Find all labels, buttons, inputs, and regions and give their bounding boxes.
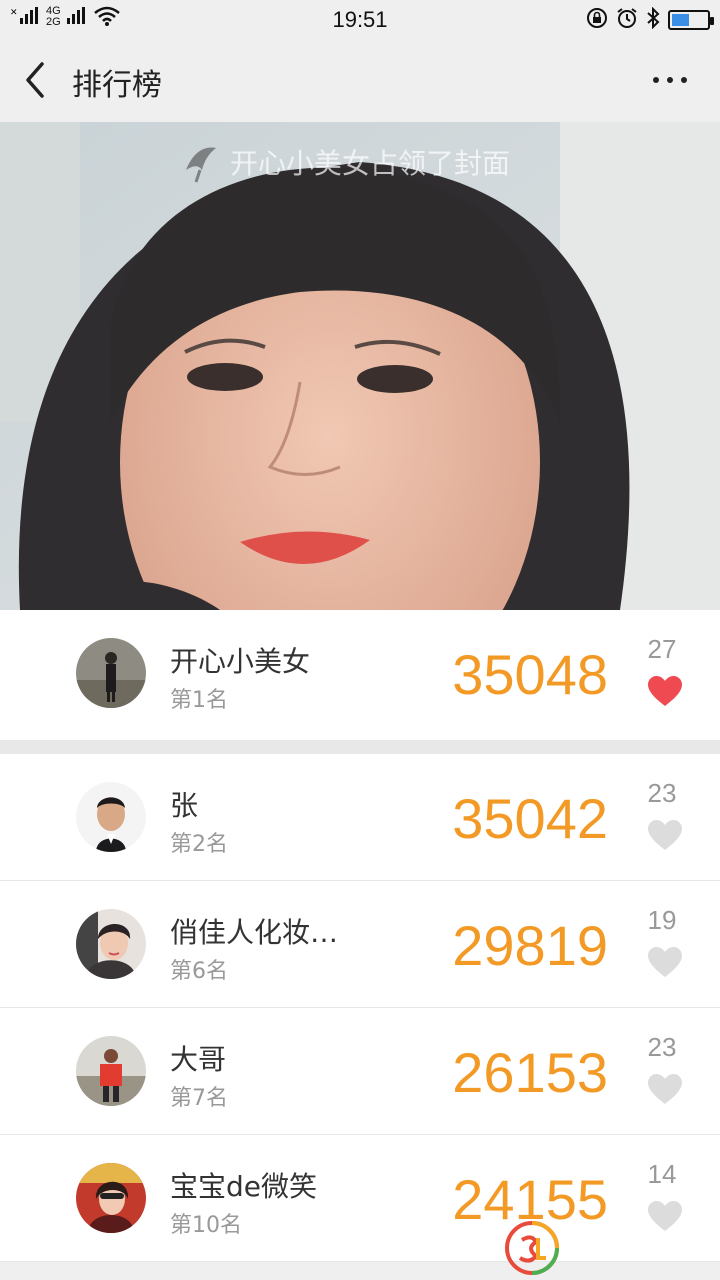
more-button[interactable]: [650, 68, 690, 92]
bluetooth-icon: [646, 6, 660, 33]
page-title: 排行榜: [72, 68, 162, 103]
bird-logo-icon: [186, 147, 216, 183]
heart-outline-icon: [648, 1074, 682, 1104]
status-right-icons: [586, 6, 714, 33]
user-name: 宝宝de微笑: [170, 1170, 318, 1203]
avatar-image: [76, 909, 146, 979]
cover-caption-text: 开心小美女占领了封面: [230, 147, 511, 180]
avatar-image: [76, 638, 146, 708]
heart-outline-icon: [648, 1201, 682, 1231]
avatar-image: [76, 1163, 146, 1233]
cover-caption: 开心小美女占领了封面: [180, 140, 510, 184]
back-button[interactable]: [20, 58, 60, 102]
leaderboard-row[interactable]: 张 第2名 35042 23: [0, 754, 720, 881]
cover-photo[interactable]: 开心小美女占领了封面: [0, 122, 720, 610]
user-score: 29819: [452, 914, 608, 977]
user-score: 35042: [452, 787, 608, 850]
user-rank: 第6名: [170, 959, 228, 984]
avatar[interactable]: [76, 782, 146, 852]
leaderboard-row[interactable]: 俏佳人化妆… 第6名 29819 19: [0, 881, 720, 1008]
like-button[interactable]: [648, 947, 682, 979]
avatar-image: [76, 782, 146, 852]
like-button[interactable]: [648, 1201, 682, 1233]
user-rank: 第7名: [170, 1086, 228, 1111]
watermark-logo-icon: [504, 1220, 560, 1276]
like-count: 14: [647, 1159, 677, 1189]
like-button[interactable]: [648, 676, 682, 708]
heart-outline-icon: [648, 820, 682, 850]
like-count: 23: [647, 778, 677, 808]
user-score: 35048: [452, 643, 608, 706]
avatar-image: [76, 1036, 146, 1106]
like-button[interactable]: [648, 820, 682, 852]
heart-filled-icon: [648, 676, 682, 706]
like-count: 19: [647, 905, 677, 935]
battery-icon: [668, 10, 714, 30]
heart-outline-icon: [648, 947, 682, 977]
more-dots-icon: [653, 77, 687, 83]
chevron-left-icon: [26, 62, 44, 98]
leaderboard-row[interactable]: 开心小美女 第1名 35048 27: [0, 610, 720, 740]
user-name: 俏佳人化妆…: [170, 916, 339, 949]
like-count: 23: [647, 1032, 677, 1062]
alarm-icon: [616, 7, 638, 33]
like-button[interactable]: [648, 1074, 682, 1106]
avatar[interactable]: [76, 1036, 146, 1106]
navigation-bar: 排行榜: [0, 38, 720, 122]
status-bar: ✕ 4G 2G 19:51: [0, 0, 720, 38]
leaderboard-row[interactable]: 宝宝de微笑 第10名 24155 14: [0, 1135, 720, 1262]
leaderboard-row[interactable]: 大哥 第7名 26153 23: [0, 1008, 720, 1135]
user-name: 张: [170, 789, 199, 822]
user-name: 大哥: [170, 1043, 227, 1076]
section-divider: [0, 740, 720, 754]
like-count: 27: [647, 634, 677, 664]
avatar[interactable]: [76, 1163, 146, 1233]
avatar[interactable]: [76, 909, 146, 979]
rotation-lock-icon: [586, 7, 608, 33]
cover-portrait-image: [0, 122, 720, 610]
avatar[interactable]: [76, 638, 146, 708]
user-score: 26153: [452, 1041, 608, 1104]
leaderboard-list: 开心小美女 第1名 35048 27 张 第2名 35042 23 俏佳人化妆……: [0, 610, 720, 1262]
user-name: 开心小美女: [170, 645, 311, 678]
user-rank: 第1名: [170, 688, 228, 713]
user-rank: 第2名: [170, 832, 228, 857]
user-rank: 第10名: [170, 1213, 242, 1238]
